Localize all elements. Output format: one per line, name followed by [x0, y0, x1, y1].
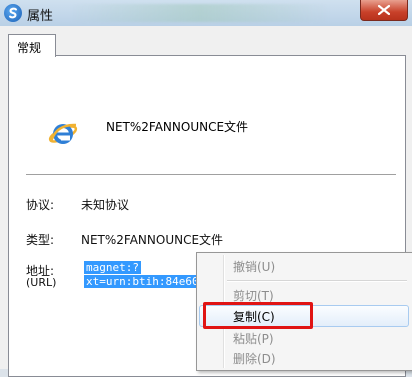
- menu-item-undo-label: 撤销(U): [233, 260, 276, 274]
- address-value-line-1[interactable]: magnet:?: [84, 261, 141, 274]
- address-url-label: (URL): [26, 276, 57, 289]
- protocol-value: 未知协议: [81, 198, 130, 212]
- menu-item-undo[interactable]: 撤销(U): [199, 255, 409, 277]
- type-label: 类型:: [26, 233, 55, 247]
- sogou-browser-icon: [4, 4, 22, 22]
- type-value: NET%2FANNOUNCE文件: [81, 233, 224, 247]
- menu-item-paste-label: 粘贴(P): [233, 332, 274, 346]
- title-background-blur: [70, 4, 330, 22]
- menu-item-paste[interactable]: 粘贴(P): [199, 327, 409, 349]
- tab-general-label: 常规: [17, 41, 42, 55]
- window-title: 属性: [27, 9, 54, 24]
- tab-general[interactable]: 常规: [8, 34, 56, 57]
- menu-item-delete[interactable]: 删除(D): [199, 347, 409, 369]
- close-button[interactable]: [360, 0, 408, 21]
- title-bar: 属性: [0, 0, 412, 26]
- menu-item-delete-label: 删除(D): [233, 352, 276, 366]
- highlight-annotation-box: [203, 302, 313, 329]
- close-icon: [378, 5, 390, 15]
- protocol-label: 协议:: [26, 198, 55, 212]
- file-name: NET%2FANNOUNCE文件: [106, 120, 249, 134]
- divider: [26, 174, 396, 175]
- menu-separator: [227, 280, 407, 282]
- ie-file-icon: [46, 116, 80, 150]
